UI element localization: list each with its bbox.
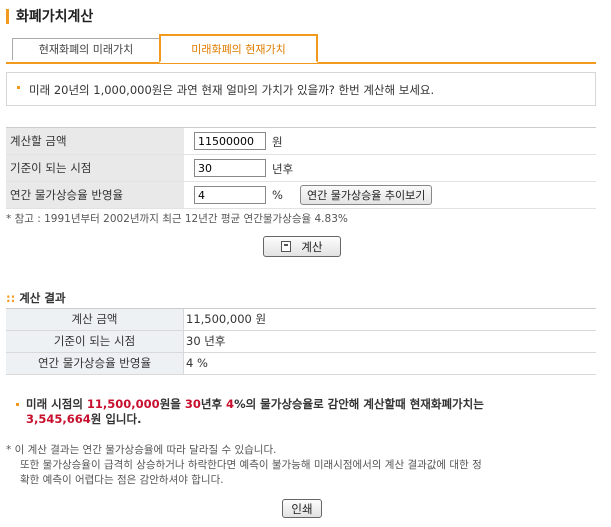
summary-text: %의 물가상승율로 감안해 계산할때 현재화폐가치는 — [234, 397, 484, 411]
summary-text: 원 입니다. — [90, 412, 142, 426]
summary-text: 미래 시점의 — [26, 397, 87, 411]
result-label-amount: 계산 금액 — [6, 309, 184, 330]
result-label-inflation: 연간 물가상승율 반영율 — [6, 353, 184, 374]
calculate-button-label: 계산 — [301, 239, 323, 254]
tab-present-value[interactable]: 미래화폐의 현재가치 — [159, 34, 318, 63]
amount-input[interactable] — [194, 132, 266, 150]
result-table: 계산 금액 11,500,000 원 기준이 되는 시점 30 년후 연간 물가… — [6, 308, 596, 375]
reference-note: * 참고 : 1991년부터 2002년까지 최근 12년간 평균 연간물가상승… — [6, 213, 348, 225]
result-label-period: 기준이 되는 시점 — [6, 331, 184, 352]
calculate-button[interactable]: 계산 — [263, 236, 341, 257]
title-accent-bar — [6, 8, 9, 24]
inflation-input[interactable] — [194, 186, 266, 204]
summary-present-value: 3,545,664 — [26, 412, 91, 426]
amount-unit: 원 — [272, 135, 283, 149]
inflation-label: 연간 물가상승율 반영율 — [6, 182, 184, 208]
table-row: 계산 금액 11,500,000 원 — [6, 309, 596, 331]
period-label: 기준이 되는 시점 — [6, 155, 184, 181]
summary-line-1: 미래 시점의 11,500,000원을 30년후 4%의 물가상승율로 감안해 … — [26, 397, 484, 412]
period-unit: 년후 — [272, 162, 294, 176]
result-section-title: :: 계산 결과 — [6, 290, 66, 306]
page-header: 화폐가치계산 — [6, 6, 93, 26]
tab-future-value[interactable]: 현재화폐의 미래가치 — [12, 38, 160, 60]
form-row-period: 기준이 되는 시점 년후 — [6, 155, 596, 182]
note-line: 확한 예측이 어렵다는 점은 감안하셔야 합니다. — [20, 474, 224, 486]
summary-text: 원을 — [159, 397, 185, 411]
result-title-text: 계산 결과 — [19, 291, 66, 305]
summary-line-2: 3,545,664원 입니다. — [26, 412, 141, 427]
summary-years: 30 — [184, 397, 201, 411]
result-value-amount: 11,500,000 원 — [186, 312, 267, 326]
result-value-period: 30 년후 — [186, 334, 226, 348]
disclaimer-notes: * 이 계산 결과는 연간 물가상승율에 따라 달라질 수 있습니다. 또한 물… — [6, 443, 482, 488]
bullet-icon — [17, 86, 20, 89]
intro-box: 미래 20년의 1,000,000원은 과연 현재 얼마의 가치가 있을까? 한… — [6, 72, 596, 106]
period-input[interactable] — [194, 159, 266, 177]
result-title-prefix: :: — [6, 291, 16, 305]
table-row: 기준이 되는 시점 30 년후 — [6, 331, 596, 353]
tab-bar: 현재화폐의 미래가치 미래화폐의 현재가치 — [6, 34, 596, 64]
intro-text: 미래 20년의 1,000,000원은 과연 현재 얼마의 가치가 있을까? 한… — [29, 83, 435, 97]
summary-amount: 11,500,000 — [86, 397, 160, 411]
input-form: 계산할 금액 원 기준이 되는 시점 년후 연간 물가상승율 반영율 % 연간 … — [6, 127, 596, 209]
note-line: 또한 물가상승율이 급격히 상승하거나 하락한다면 예측이 불가능해 미래시점에… — [20, 459, 482, 471]
print-button[interactable]: 인쇄 — [282, 499, 322, 518]
calculator-icon — [281, 241, 292, 252]
table-row: 연간 물가상승율 반영율 4 % — [6, 353, 596, 375]
form-row-inflation: 연간 물가상승율 반영율 % 연간 물가상승율 추이보기 — [6, 182, 596, 209]
inflation-trend-button[interactable]: 연간 물가상승율 추이보기 — [300, 185, 433, 205]
inflation-unit: % — [272, 188, 283, 202]
bullet-icon — [16, 403, 19, 406]
amount-label: 계산할 금액 — [6, 128, 184, 154]
summary-rate: 4 — [226, 397, 235, 411]
form-row-amount: 계산할 금액 원 — [6, 128, 596, 155]
note-line: * 이 계산 결과는 연간 물가상승율에 따라 달라질 수 있습니다. — [6, 444, 277, 456]
summary-text: 년후 — [200, 397, 227, 411]
page-title: 화폐가치계산 — [16, 9, 94, 25]
result-value-inflation: 4 % — [186, 356, 208, 370]
